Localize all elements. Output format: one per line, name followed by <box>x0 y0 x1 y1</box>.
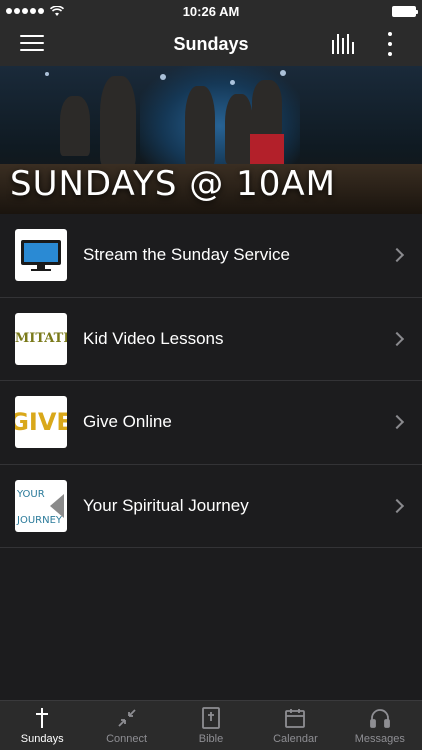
band-member <box>60 96 90 156</box>
more-options-icon[interactable] <box>386 32 394 56</box>
imitate-logo-text: IMITATE <box>15 331 67 347</box>
imitate-logo: IMITATE <box>15 312 67 365</box>
headphones-icon <box>368 706 392 730</box>
tab-messages[interactable]: Messages <box>338 701 422 750</box>
stage-light <box>230 80 235 85</box>
list-item-give-online[interactable]: GIVE Give Online <box>0 381 422 465</box>
tab-label: Calendar <box>273 733 318 745</box>
journey-logo-text-top: YOUR <box>17 488 45 500</box>
menu-list: Stream the Sunday Service IMITATE Kid Vi… <box>0 214 422 548</box>
status-time: 10:26 AM <box>182 3 240 19</box>
list-item-label: Stream the Sunday Service <box>83 245 290 265</box>
list-item-label: Kid Video Lessons <box>83 328 224 348</box>
equalizer-icon[interactable] <box>332 34 356 54</box>
list-item-label: Give Online <box>83 412 172 432</box>
give-logo-text: GIVE <box>15 408 67 437</box>
journey-arrow-icon <box>50 493 64 518</box>
band-member <box>185 86 215 166</box>
tab-label: Connect <box>106 733 148 745</box>
band-member <box>252 80 282 136</box>
list-item-spiritual-journey[interactable]: YOUR JOURNEY Your Spiritual Journey <box>0 465 422 548</box>
page-title: Sundays <box>173 33 249 54</box>
tab-calendar[interactable]: Calendar <box>253 701 337 750</box>
status-bar: 10:26 AM <box>0 0 422 22</box>
stage-light <box>160 74 166 80</box>
nav-bar: Sundays <box>0 22 422 66</box>
list-item-label: Your Spiritual Journey <box>83 495 249 515</box>
tab-label: Sundays <box>20 733 64 745</box>
cross-icon <box>30 706 54 730</box>
hamburger-menu-icon[interactable] <box>20 35 44 53</box>
tab-connect[interactable]: Connect <box>84 701 168 750</box>
band-member-skirt <box>250 134 284 166</box>
compress-arrows-icon <box>115 706 139 730</box>
journey-logo: YOUR JOURNEY <box>15 479 67 532</box>
bible-icon <box>199 706 223 730</box>
band-member <box>225 94 253 164</box>
tab-bar: Sundays Connect Bible Calendar Messages <box>0 700 422 750</box>
chevron-right-icon <box>389 248 405 263</box>
battery-icon <box>392 5 418 17</box>
hero-banner: SUNDAYS @ 10AM <box>0 66 422 214</box>
band-member <box>100 76 136 166</box>
list-item-stream-service[interactable]: Stream the Sunday Service <box>0 214 422 298</box>
hero-title: SUNDAYS @ 10AM <box>10 164 336 204</box>
chevron-right-icon <box>389 331 405 346</box>
tab-bible[interactable]: Bible <box>169 701 253 750</box>
tab-label: Messages <box>354 733 405 745</box>
chevron-right-icon <box>389 415 405 430</box>
chevron-right-icon <box>389 498 405 513</box>
stage-light <box>45 72 49 76</box>
list-item-kid-video-lessons[interactable]: IMITATE Kid Video Lessons <box>0 298 422 381</box>
tab-label: Bible <box>198 733 224 745</box>
stage-light <box>280 70 286 76</box>
tab-sundays[interactable]: Sundays <box>0 701 84 750</box>
tv-icon <box>15 229 67 282</box>
give-logo: GIVE <box>15 396 67 449</box>
calendar-icon <box>283 706 307 730</box>
